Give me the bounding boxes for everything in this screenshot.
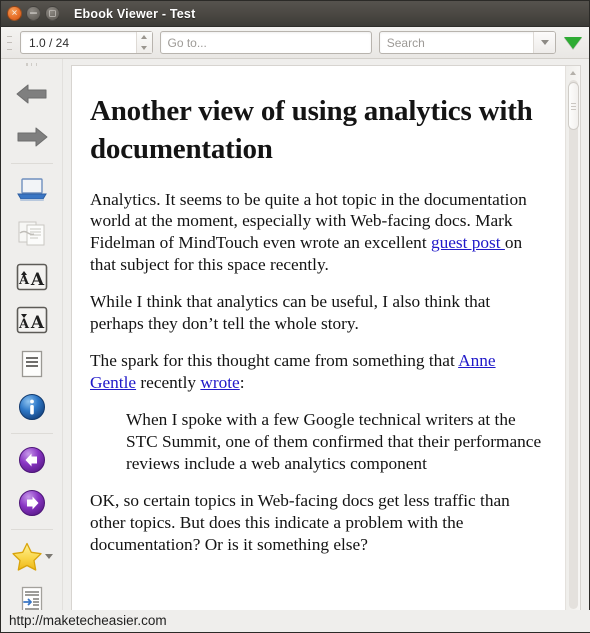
guest-post-link[interactable]: guest post: [431, 233, 505, 252]
toolbar: 1.0 / 24 Go to... Search: [1, 27, 589, 59]
paragraph-2: While I think that analytics can be usef…: [90, 291, 543, 335]
sidebar-item-fullscreen[interactable]: [6, 168, 58, 212]
maximize-button[interactable]: □: [45, 6, 60, 21]
close-icon: ✕: [11, 8, 18, 17]
sidebar-item-decrease-font[interactable]: A A: [6, 299, 58, 343]
spinner-up-icon[interactable]: [141, 35, 147, 40]
find-next-button[interactable]: [563, 31, 583, 54]
sidebar-item-table-of-contents[interactable]: [6, 342, 58, 386]
minimize-button[interactable]: −: [26, 6, 41, 21]
search-history-dropdown-button[interactable]: [533, 32, 556, 53]
sidebar-separator-3: [10, 529, 53, 531]
sidebar-item-previous-page[interactable]: [6, 438, 58, 482]
close-button[interactable]: ✕: [7, 6, 22, 21]
watermark-url: http://maketecheasier.com: [9, 613, 167, 628]
scroll-up-icon: [570, 70, 576, 75]
previous-page-icon: [18, 446, 45, 473]
ebook-page: Another view of using analytics with doc…: [72, 66, 565, 623]
svg-text:A: A: [17, 273, 29, 288]
spinner-down-icon[interactable]: [141, 45, 147, 50]
page-title: Another view of using analytics with doc…: [90, 95, 533, 166]
sidebar-item-metadata[interactable]: [6, 386, 58, 430]
main-area: A A A A Another view of using analytics …: [1, 59, 589, 632]
paragraph-3-text-b: recently: [136, 373, 201, 393]
increase-font-size-icon: A A: [16, 263, 47, 291]
toolbar-drag-grip[interactable]: [7, 35, 12, 50]
window-controls: ✕ − □: [7, 6, 60, 21]
sidebar-separator-2: [10, 433, 53, 435]
find-next-icon: [564, 36, 583, 49]
content-area: Another view of using analytics with doc…: [63, 59, 589, 632]
spinner-arrows[interactable]: [135, 32, 152, 53]
sidebar-item-bookmark[interactable]: [6, 534, 58, 579]
sidebar-item-increase-font[interactable]: A A: [6, 255, 58, 299]
svg-text:A: A: [17, 317, 29, 332]
blockquote: When I spoke with a few Google technical…: [126, 410, 542, 474]
tool-sidebar: A A A A: [1, 59, 63, 632]
decrease-font-size-icon: A A: [16, 306, 47, 334]
fullscreen-icon: [16, 178, 47, 201]
title-bar[interactable]: ✕ − □ Ebook Viewer - Test: [1, 1, 589, 27]
vertical-scrollbar[interactable]: [565, 66, 580, 623]
paragraph-3-text-a: The spark for this thought came from som…: [90, 351, 459, 371]
paragraph-3-text-c: :: [239, 373, 245, 393]
page-position-spinner[interactable]: 1.0 / 24: [19, 31, 153, 54]
paragraph-2-text: While I think that analytics can be usef…: [90, 292, 491, 334]
bookmark-star-icon: [11, 542, 42, 571]
sidebar-item-copy-reference[interactable]: [6, 211, 58, 255]
ebook-viewer-window: ✕ − □ Ebook Viewer - Test 1.0 / 24 Go to…: [0, 0, 590, 633]
bookmark-dropdown-icon[interactable]: [44, 554, 53, 560]
sidebar-separator-1: [10, 162, 53, 164]
scroll-up-button[interactable]: [567, 66, 580, 79]
copy-reference-icon: [18, 221, 44, 246]
wrote-link[interactable]: wrote: [200, 373, 239, 392]
svg-text:A: A: [29, 313, 44, 333]
window-title: Ebook Viewer - Test: [74, 6, 196, 21]
svg-text:A: A: [29, 270, 44, 290]
page-frame: Another view of using analytics with doc…: [71, 65, 581, 624]
paragraph-3: The spark for this thought came from som…: [90, 350, 543, 394]
maximize-icon: □: [48, 8, 57, 17]
goto-placeholder: Go to...: [167, 35, 207, 50]
paragraph-4-text: OK, so certain topics in Web-facing docs…: [90, 491, 510, 554]
sidebar-item-forward[interactable]: [6, 115, 58, 159]
paragraph-1: Analytics. It seems to be quite a hot to…: [90, 189, 543, 277]
sidebar-item-back[interactable]: [6, 72, 58, 116]
scrollbar-thumb[interactable]: [567, 82, 579, 130]
paragraph-4: OK, so certain topics in Web-facing docs…: [90, 490, 543, 556]
forward-arrow-icon: [17, 127, 47, 147]
sidebar-drag-grip[interactable]: [26, 63, 37, 67]
chevron-down-icon: [540, 40, 549, 45]
next-page-icon: [18, 490, 45, 517]
search-placeholder: Search: [386, 35, 425, 50]
search-input[interactable]: Search: [378, 31, 557, 54]
table-of-contents-icon: [21, 350, 42, 377]
page-position-value[interactable]: 1.0 / 24: [21, 36, 136, 50]
goto-input[interactable]: Go to...: [159, 31, 372, 54]
back-arrow-icon: [16, 84, 46, 104]
minimize-icon: −: [28, 6, 39, 20]
metadata-info-icon: [18, 394, 45, 421]
sidebar-item-next-page[interactable]: [6, 482, 58, 526]
scrollbar-track[interactable]: [567, 80, 579, 609]
